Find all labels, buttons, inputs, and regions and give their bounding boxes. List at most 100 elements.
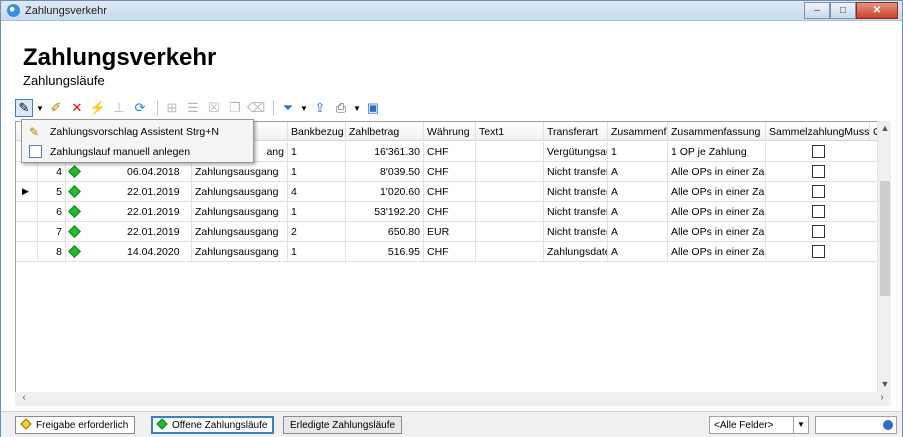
cell-nr: 5: [38, 182, 66, 202]
cell-amount: 516.95: [346, 242, 424, 262]
dropdown-arrow-icon[interactable]: ▼: [36, 99, 44, 117]
add-row-icon[interactable]: ⊞: [163, 99, 181, 117]
status-diamond-icon: [68, 205, 81, 218]
edit-icon[interactable]: ✐: [47, 99, 65, 117]
refresh-icon[interactable]: ⟳: [131, 99, 149, 117]
status-diamond-icon: [68, 185, 81, 198]
scroll-left-icon[interactable]: ‹: [17, 392, 31, 406]
cell-text1: [476, 162, 544, 182]
vertical-scrollbar[interactable]: ▲ ▼: [877, 121, 891, 406]
cell-type: Zahlungsausgang: [192, 162, 288, 182]
scroll-right-icon[interactable]: ›: [875, 392, 889, 406]
search-input[interactable]: [815, 416, 897, 434]
row-selector[interactable]: [16, 162, 38, 182]
cell-zusammenfassung: Alle OPs in einer Zah: [668, 162, 766, 182]
sammelzahlung-checkbox[interactable]: [812, 245, 825, 258]
table-row-selected[interactable]: ▶ 5 22.01.2019 Zahlungsausgang 4 1'020.6…: [16, 182, 878, 202]
title-bar: Zahlungsverkehr – □ ✕: [1, 1, 902, 21]
copy-icon[interactable]: ❐: [226, 99, 244, 117]
header-cell-text1[interactable]: Text1: [476, 122, 544, 141]
cell-text1: [476, 202, 544, 222]
sammelzahlung-checkbox[interactable]: [812, 145, 825, 158]
vertical-scroll-thumb[interactable]: [880, 181, 890, 296]
menu-item-wizard[interactable]: ✎ Zahlungsvorschlag Assistent Strg+N: [24, 122, 252, 142]
table-row[interactable]: 7 22.01.2019 Zahlungsausgang 2 650.80 EU…: [16, 222, 878, 242]
cell-amount: 650.80: [346, 222, 424, 242]
split-icon[interactable]: ⊥: [110, 99, 128, 117]
tab-label: Freigabe erforderlich: [36, 420, 129, 431]
cell-bankbezug: 1: [288, 162, 346, 182]
menu-item-manual[interactable]: Zahlungslauf manuell anlegen: [24, 142, 252, 162]
sammelzahlung-checkbox[interactable]: [812, 185, 825, 198]
cell-text1: [476, 142, 544, 162]
header-cell-zahlbetrag[interactable]: Zahlbetrag: [346, 122, 424, 141]
scroll-up-icon[interactable]: ▲: [878, 123, 892, 137]
header-cell-zusammenfa[interactable]: Zusammenfa: [608, 122, 668, 141]
header-cell-transferart[interactable]: Transferart: [544, 122, 608, 141]
tab-label: Offene Zahlungsläufe: [172, 420, 268, 431]
delete-icon[interactable]: ✕: [68, 99, 86, 117]
cell-currency: CHF: [424, 202, 476, 222]
horizontal-scrollbar[interactable]: ‹ ›: [15, 392, 891, 406]
minimize-button[interactable]: –: [804, 2, 830, 19]
scroll-down-icon[interactable]: ▼: [878, 379, 892, 393]
cell-text1: [476, 182, 544, 202]
table-row[interactable]: 8 14.04.2020 Zahlungsausgang 1 516.95 CH…: [16, 242, 878, 262]
search-icon[interactable]: [883, 420, 893, 430]
cell-type: Zahlungsausgang: [192, 222, 288, 242]
flash-icon[interactable]: ⚡: [89, 99, 107, 117]
chevron-down-icon[interactable]: ▼: [793, 417, 808, 433]
table-row[interactable]: 4 06.04.2018 Zahlungsausgang 1 8'039.50 …: [16, 162, 878, 182]
cell-date: 22.01.2019: [124, 182, 192, 202]
status-diamond-icon: [68, 245, 81, 258]
filter-icon[interactable]: ⏷: [279, 99, 297, 117]
page-title: Zahlungsverkehr: [23, 44, 217, 71]
export-icon[interactable]: ⇪: [311, 99, 329, 117]
table-row[interactable]: 6 22.01.2019 Zahlungsausgang 1 53'192.20…: [16, 202, 878, 222]
sammelzahlung-checkbox[interactable]: [812, 225, 825, 238]
sammelzahlung-checkbox[interactable]: [812, 205, 825, 218]
menu-item-label: Zahlungsvorschlag Assistent Strg+N: [50, 126, 219, 138]
save-icon[interactable]: ▣: [364, 99, 382, 117]
dropdown-arrow-icon[interactable]: ▼: [300, 99, 308, 117]
tab-erledigte[interactable]: Erledigte Zahlungsläufe: [283, 416, 403, 434]
header-cell-zusammenfassung[interactable]: Zusammenfassung: [668, 122, 766, 141]
status-diamond-icon: [68, 165, 81, 178]
cell-nr: 6: [38, 202, 66, 222]
cell-nr: 8: [38, 242, 66, 262]
tab-offene[interactable]: Offene Zahlungsläufe: [151, 416, 275, 434]
page-subtitle: Zahlungsläufe: [23, 73, 105, 88]
tab-freigabe[interactable]: Freigabe erforderlich: [15, 416, 136, 434]
maximize-button[interactable]: □: [830, 2, 856, 19]
eraser-icon[interactable]: ⌫: [247, 99, 265, 117]
cell-bankbezug: 1: [288, 142, 346, 162]
row-selector[interactable]: [16, 202, 38, 222]
cell-transfer: Vergütungsau: [544, 142, 608, 162]
edit-row-icon[interactable]: ☰: [184, 99, 202, 117]
row-selector-current-icon[interactable]: ▶: [16, 182, 38, 202]
cell-zus1: A: [608, 222, 668, 242]
cell-currency: CHF: [424, 162, 476, 182]
cell-text1: [476, 222, 544, 242]
cell-transfer: Nicht transfer: [544, 222, 608, 242]
toolbar: ✎ ▼ ✐ ✕ ⚡ ⊥ ⟳ ⊞ ☰ ☒ ❐ ⌫ ⏷ ▼ ⇪ ⎙ ▼ ▣: [15, 97, 415, 119]
row-selector[interactable]: [16, 242, 38, 262]
print-icon[interactable]: ⎙: [332, 99, 350, 117]
cell-bankbezug: 2: [288, 222, 346, 242]
cell-bankbezug: 4: [288, 182, 346, 202]
sammelzahlung-checkbox[interactable]: [812, 165, 825, 178]
menu-item-label: Zahlungslauf manuell anlegen: [50, 146, 191, 158]
header-cell-waehrung[interactable]: Währung: [424, 122, 476, 141]
wizard-icon[interactable]: ✎: [15, 99, 33, 117]
cell-type: Zahlungsausgang: [192, 182, 288, 202]
row-selector[interactable]: [16, 222, 38, 242]
cell-zus1: A: [608, 202, 668, 222]
dropdown-arrow-icon[interactable]: ▼: [353, 99, 361, 117]
payment-runs-grid: Bankbezug Zahlbetrag Währung Text1 Trans…: [15, 121, 891, 406]
close-button[interactable]: ✕: [856, 2, 898, 19]
header-cell-sammelzahlung[interactable]: SammelzahlungMuss: [766, 122, 870, 141]
delete-row-icon[interactable]: ☒: [205, 99, 223, 117]
cell-currency: CHF: [424, 182, 476, 202]
bottom-bar: Freigabe erforderlich Offene Zahlungsläu…: [1, 411, 902, 437]
header-cell-bankbezug[interactable]: Bankbezug: [288, 122, 346, 141]
